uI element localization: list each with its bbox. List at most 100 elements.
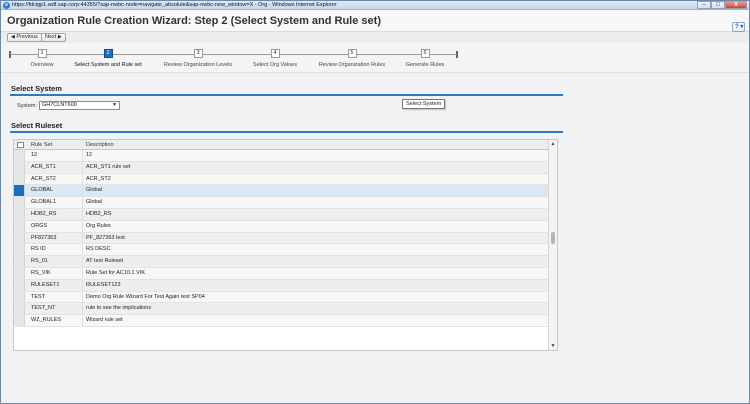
browser-window: e https://fdcigp1.wdf.sap.corp:44355/?sa…	[0, 0, 750, 404]
table-row[interactable]: RS_01 AT test Ruleset	[14, 256, 550, 268]
column-settings-icon[interactable]	[17, 142, 24, 148]
cell-rule-set: GLOBAL	[31, 187, 54, 194]
table-row[interactable]: RS ID RS DESC	[14, 244, 550, 257]
table-row[interactable]: ORGS Org Rules	[14, 220, 550, 233]
system-select-value: GH7CLNT600	[42, 102, 77, 108]
cell-description: ACR_ST1 rule set	[86, 163, 131, 170]
page-title: Organization Rule Creation Wizard: Step …	[7, 15, 381, 27]
browser-icon: e	[3, 2, 10, 9]
cell-rule-set: RS_01	[31, 258, 48, 265]
cell-rule-set: TEST_NT	[31, 305, 56, 312]
row-selector[interactable]	[14, 315, 25, 326]
row-selector[interactable]	[14, 150, 25, 161]
table-row[interactable]: ACR_ST1 ACR_ST1 rule set	[14, 161, 550, 174]
roadmap-step-number: 4	[270, 49, 280, 58]
cell-rule-set: RS ID	[31, 246, 46, 253]
window-controls: – □ X	[697, 1, 747, 9]
cell-description: AT test Ruleset	[86, 258, 124, 265]
cell-rule-set: ORGS	[31, 222, 48, 229]
column-header-rule-set[interactable]: Rule Set	[31, 140, 52, 150]
row-selector[interactable]	[14, 161, 25, 173]
row-selector[interactable]	[14, 185, 25, 197]
roadmap-step-2[interactable]: 2 Select System and Rule set	[70, 43, 146, 68]
cell-rule-set: ACR_ST1	[31, 163, 56, 170]
column-header-description[interactable]: Description	[86, 140, 114, 150]
row-selector[interactable]	[14, 303, 25, 315]
table-row[interactable]: ACR_ST2 ACR_ST2	[14, 173, 550, 186]
maximize-button[interactable]: □	[711, 1, 725, 9]
table-row[interactable]: 12 12	[14, 150, 550, 162]
previous-button[interactable]: ◀ Previous	[7, 33, 42, 42]
row-selector[interactable]	[14, 232, 25, 244]
roadmap-step-3[interactable]: 3 Review Organization Levels	[160, 43, 236, 68]
roadmap-step-label: Select System and Rule set	[74, 62, 142, 68]
close-button[interactable]: X	[725, 1, 747, 9]
section-divider	[10, 94, 563, 96]
column-separator	[82, 220, 83, 232]
cell-description: Global	[86, 187, 102, 194]
roadmap-step-number: 3	[193, 49, 203, 58]
scroll-up-icon[interactable]: ▲	[549, 140, 557, 148]
table-row[interactable]: GLOBAL1 Global	[14, 197, 550, 209]
select-ruleset-title: Select Ruleset	[11, 121, 63, 130]
cell-description: 12	[86, 152, 93, 158]
next-button[interactable]: Next ▶	[41, 33, 66, 42]
row-selector[interactable]	[14, 267, 25, 279]
roadmap-step-number: 6	[420, 49, 430, 58]
cell-rule-set: ACR_ST2	[31, 175, 56, 182]
table-row[interactable]: RS_VIK Rule Set for AC10.1 VIK	[14, 267, 550, 280]
cell-rule-set: RS_VIK	[31, 269, 51, 276]
roadmap-step-label: Generate Rules	[405, 62, 445, 68]
roadmap-step-1[interactable]: 1 Overview	[4, 43, 80, 68]
roadmap-step-number: 1	[37, 49, 47, 58]
roadmap-step-4[interactable]: 4 Select Org Values	[237, 43, 313, 68]
minimize-button[interactable]: –	[697, 1, 711, 9]
roadmap-step-label: Select Org Values	[253, 62, 297, 68]
cell-rule-set: 12	[31, 152, 38, 158]
ruleset-table: Rule Set Description 12 12 ACR_ST1 ACR_ST1 …	[13, 139, 558, 351]
column-separator	[82, 173, 83, 185]
table-row[interactable]: HDB2_RS HDB2_RS	[14, 208, 550, 221]
scroll-thumb[interactable]	[551, 232, 555, 244]
cell-rule-set: GLOBAL1	[31, 199, 57, 206]
table-row[interactable]: WZ_RULES Wizard rule set	[14, 315, 550, 327]
cell-rule-set: TEST	[31, 293, 46, 300]
system-select[interactable]: GH7CLNT600 ▼	[39, 101, 120, 110]
table-row[interactable]: GLOBAL Global	[14, 185, 550, 198]
cell-description: ACR_ST2	[86, 175, 111, 182]
table-row[interactable]: PF827363 PF_827363 test	[14, 232, 550, 245]
section-divider	[10, 131, 563, 133]
wizard-roadmap: 1 Overview 2 Select System and Rule set …	[1, 43, 749, 73]
column-separator	[82, 197, 83, 208]
column-separator	[82, 208, 83, 220]
column-separator	[82, 161, 83, 173]
row-selector[interactable]	[14, 244, 25, 256]
table-body: 12 12 ACR_ST1 ACR_ST1 rule set ACR_ST2 ACR_ST…	[14, 150, 550, 327]
row-selector[interactable]	[14, 173, 25, 185]
table-row[interactable]: TEST_NT rule to see the implications	[14, 303, 550, 316]
cell-rule-set: WZ_RULES	[31, 317, 61, 324]
cell-description: RS DESC	[86, 246, 111, 253]
cell-description: Demo Org Rule Wizard For Test Again test…	[86, 293, 205, 300]
table-row[interactable]: RULESET1 RULESET123	[14, 279, 550, 292]
table-scrollbar[interactable]: ▲ ▼	[548, 140, 557, 350]
chevron-down-icon: ▼	[112, 102, 117, 108]
column-separator	[82, 150, 83, 161]
row-selector[interactable]	[14, 256, 25, 267]
window-title: https://fdcigp1.wdf.sap.corp:44355/?sap-…	[12, 2, 337, 8]
row-selector[interactable]	[14, 279, 25, 291]
roadmap-step-6[interactable]: 6 Generate Rules	[387, 43, 463, 68]
row-selector[interactable]	[14, 291, 25, 303]
table-row[interactable]: TEST Demo Org Rule Wizard For Test Again …	[14, 291, 550, 304]
cell-rule-set: RULESET1	[31, 281, 60, 288]
row-selector[interactable]	[14, 197, 25, 208]
column-separator	[82, 315, 83, 326]
column-separator	[82, 267, 83, 279]
help-button[interactable]: ? ▾	[732, 22, 745, 32]
column-separator	[82, 279, 83, 291]
row-selector[interactable]	[14, 220, 25, 232]
roadmap-step-5[interactable]: 5 Review Organization Rules	[314, 43, 390, 68]
page-header: Organization Rule Creation Wizard: Step …	[1, 10, 749, 32]
scroll-down-icon[interactable]: ▼	[549, 342, 557, 350]
row-selector[interactable]	[14, 208, 25, 220]
